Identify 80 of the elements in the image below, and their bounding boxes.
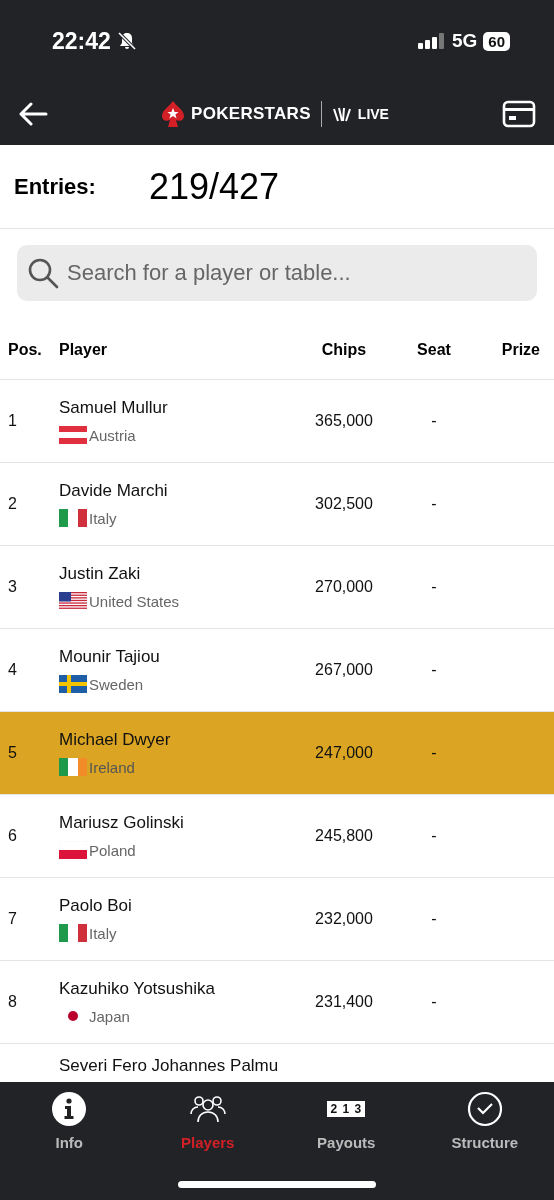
flag-icon [59,758,87,776]
player-name: Mariusz Golinski [59,813,185,833]
country-name: Italy [89,924,117,942]
position-cell-text: 8 [7,993,18,1011]
podium-icon: 2 1 3 [327,1101,366,1117]
chips-cell-text: 267,000 [314,661,374,679]
seat-cell-text: - [430,744,438,762]
player-row[interactable]: 7 Paolo Boi Italy 232,000 - [0,878,554,961]
player-name: Mounir Tajiou [59,647,161,667]
back-arrow-icon[interactable] [18,101,48,126]
entries-count: 219/427 [149,165,280,208]
live-label: LIVE [357,105,389,122]
nav-tab[interactable]: Structure [415,1090,554,1151]
info-icon [51,1091,88,1127]
seat-cell-text: - [430,495,438,513]
player-row[interactable]: 5 Michael Dwyer Ireland 247,000 - [0,712,554,795]
chips-cell-text: 365,000 [314,412,374,430]
signal-icon [417,33,446,49]
player-row[interactable]: 3 Justin Zaki United States 270,000 - [0,546,554,629]
position-cell-text: 7 [7,910,18,928]
brand-logo: POKERSTARS [191,103,311,124]
country-name: Japan [89,1007,130,1025]
position-cell-text: 2 [7,495,18,513]
country-name: Italy [89,509,117,527]
chips-cell-text: 245,800 [314,827,374,845]
spade-logo-icon [161,99,186,128]
country-name: Austria [89,426,136,444]
flag-icon [59,592,87,610]
player-row[interactable]: 6 Mariusz Golinski Poland 245,800 - [0,795,554,878]
flag-icon [59,426,87,444]
people-icon [189,1094,226,1124]
country-name: United States [89,592,180,610]
card-icon[interactable] [502,99,536,128]
column-header: Pos. [7,341,43,359]
player-name: Kazuhiko Yotsushika [59,979,216,999]
country-name: Ireland [89,758,135,776]
seat-cell-text: - [430,412,438,430]
flag-icon [59,675,87,693]
player-name: Paolo Boi [59,896,133,916]
seat-cell-text: - [430,827,438,845]
column-header: Prize [500,341,541,359]
chips-cell-text: 302,500 [314,495,374,513]
seat-cell-text: - [430,661,438,679]
seat-cell-text: - [430,578,438,596]
player-name: Samuel Mullur [59,398,169,418]
search-field[interactable]: Search for a player or table... [17,245,537,301]
column-header: Chips [320,341,368,359]
chips-cell-text: 247,000 [314,744,374,762]
entries-label: Entries: [14,173,97,200]
position-cell-text: 4 [7,661,18,679]
country-name: Sweden [89,675,144,693]
position-cell-text: 5 [7,744,18,762]
player-row[interactable]: 8 Kazuhiko Yotsushika Japan 231,400 - [0,961,554,1044]
nav-tab[interactable]: 2 1 3 Payouts [277,1090,416,1151]
player-name: Davide Marchi [59,481,169,501]
player-name: Justin Zaki [59,564,142,584]
position-cell-text: 3 [7,578,18,596]
player-row[interactable]: 1 Samuel Mullur Austria 365,000 - [0,380,554,463]
flag-icon [59,509,87,527]
player-name: Michael Dwyer [59,730,172,750]
player-row[interactable]: 2 Davide Marchi Italy 302,500 - [0,463,554,546]
country-name: Poland [89,841,136,859]
position-cell-text: 1 [7,412,18,430]
chips-cell-text: 270,000 [314,578,374,596]
seat-cell-text: - [430,910,438,928]
chips-cell-text: 232,000 [314,910,374,928]
nav-tab[interactable]: Info [0,1090,139,1151]
status-time: 22:42 [52,27,111,55]
flag-icon [59,841,87,859]
muted-bell-icon [116,31,137,51]
cards-emblem-icon [331,105,352,122]
network-label: 5G [451,30,478,52]
player-name: Severi Fero Johannes Palmu [59,1056,280,1076]
column-header: Seat [416,341,452,359]
battery-indicator: 60 [483,31,510,51]
column-header: Player [59,341,109,359]
flag-icon [59,924,87,942]
position-cell-text: 6 [7,827,18,845]
chips-cell-text: 231,400 [314,993,374,1011]
seat-cell-text: - [430,993,438,1011]
